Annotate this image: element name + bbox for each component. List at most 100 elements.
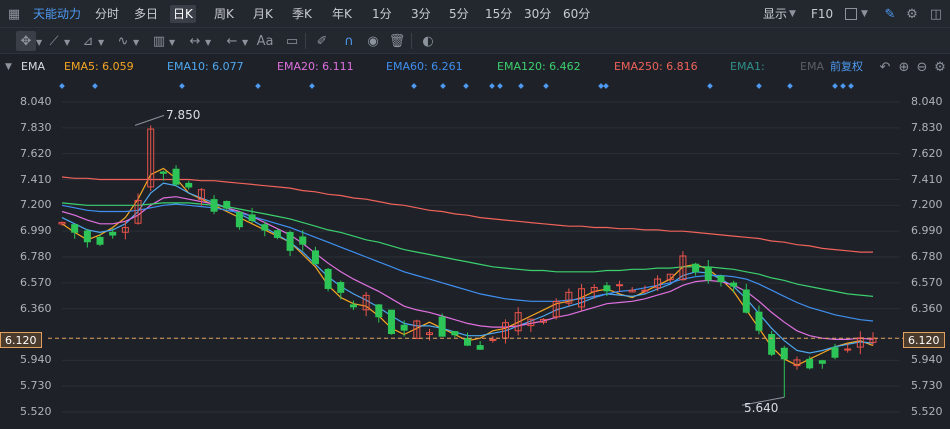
event-marker	[411, 83, 417, 89]
event-marker	[518, 83, 524, 89]
undo-icon[interactable]: ↶	[875, 57, 895, 77]
crosshair-icon[interactable]: ✥	[16, 31, 36, 51]
tab-monthly-k[interactable]: 月K	[250, 5, 276, 23]
y-tick-label-left: 7.830	[20, 120, 52, 134]
candle-body	[641, 289, 649, 292]
candle-body	[375, 304, 383, 318]
display-menu[interactable]: 显示	[760, 5, 790, 23]
arrow-dropdown-icon[interactable]: ▼	[242, 38, 248, 47]
display-dropdown-icon[interactable]: ▼	[789, 9, 796, 19]
grid-icon[interactable]: ▦	[4, 4, 24, 24]
current-price-tag-right: 6.120	[903, 332, 945, 348]
tab-daily-k[interactable]: 日K	[170, 5, 196, 23]
candle-body	[844, 348, 852, 351]
trash-icon[interactable]: 🗑	[387, 31, 407, 51]
ema-name[interactable]: EMA	[21, 60, 45, 74]
candle-body	[616, 284, 624, 287]
ema20-value: EMA20: 6.111	[277, 60, 354, 73]
ema250-value: EMA250: 6.816	[614, 60, 698, 73]
candle-body	[185, 182, 193, 188]
ema-line-ema250	[61, 176, 873, 253]
line-dropdown-icon-2[interactable]: ▼	[64, 38, 70, 47]
y-tick-label-right: 5.730	[911, 379, 943, 393]
high-annotation: 7.850	[166, 108, 201, 122]
wave-icon[interactable]: ∿	[113, 31, 133, 51]
magnet-icon[interactable]: ∩	[339, 31, 359, 51]
tab-15min[interactable]: 15分	[482, 5, 515, 23]
tab-yearly-k[interactable]: 年K	[329, 5, 355, 23]
candle-body	[311, 250, 319, 265]
candlestick-chart[interactable]	[0, 80, 950, 429]
candle-body	[273, 230, 281, 238]
event-marker	[603, 83, 609, 89]
candle-body	[780, 347, 788, 360]
candle-body	[831, 347, 839, 358]
pen-icon[interactable]: ✐	[312, 31, 332, 51]
ray-icon[interactable]: ⊿	[78, 31, 98, 51]
split-view-icon[interactable]: ◫	[926, 4, 946, 24]
candle-body	[451, 331, 459, 336]
event-marker	[707, 83, 713, 89]
f10-button[interactable]: F10	[808, 5, 836, 23]
tab-3min[interactable]: 3分	[408, 5, 434, 23]
candle-body	[806, 358, 814, 369]
stock-title[interactable]: 天能动力	[30, 5, 84, 23]
y-tick-label-left: 7.200	[20, 198, 52, 212]
candle-body	[96, 236, 104, 245]
tab-5min[interactable]: 5分	[446, 5, 472, 23]
ray-dropdown-icon[interactable]: ▼	[98, 38, 104, 47]
add-indicator-icon[interactable]: ⊕	[894, 57, 914, 77]
remove-indicator-icon[interactable]: ⊖	[912, 57, 932, 77]
toolbar-divider-2	[411, 33, 412, 49]
y-tick-label-right: 5.520	[911, 405, 943, 418]
event-marker	[497, 83, 503, 89]
ema60-value: EMA60: 6.261	[386, 60, 463, 73]
y-tick-label-left: 7.410	[20, 172, 52, 186]
candle-body	[387, 309, 395, 335]
line-dropdown-icon[interactable]: ▼	[36, 38, 42, 47]
tab-intraday[interactable]: 分时	[92, 5, 122, 23]
event-marker	[463, 83, 469, 89]
toggle-icon[interactable]: ◐	[418, 31, 438, 51]
tab-quarterly-k[interactable]: 季K	[289, 5, 315, 23]
layout-dropdown-icon[interactable]: ▼	[861, 9, 868, 19]
tab-multiday[interactable]: 多日	[131, 5, 161, 23]
comment-icon[interactable]: ▭	[282, 31, 302, 51]
wave-dropdown-icon[interactable]: ▼	[133, 38, 139, 47]
indicator-settings-icon[interactable]: ⚙	[930, 57, 950, 77]
y-tick-label-right: 7.410	[911, 172, 943, 186]
measure-dropdown-icon[interactable]: ▼	[169, 38, 175, 47]
y-tick-label-right: 5.940	[911, 353, 943, 367]
checkbox-icon[interactable]	[845, 8, 857, 20]
event-marker	[59, 83, 65, 89]
tab-weekly-k[interactable]: 周K	[211, 5, 237, 23]
ema-line-ema60	[61, 203, 874, 322]
current-price-tag-left: 6.120	[0, 332, 42, 348]
arrow-left-icon[interactable]: ←	[222, 31, 242, 51]
y-tick-label-left: 5.520	[20, 405, 52, 418]
event-marker	[309, 83, 315, 89]
event-marker	[92, 83, 98, 89]
ema-extra-value: EMA	[800, 60, 824, 73]
ema-collapse-icon[interactable]: ▼	[5, 62, 12, 72]
tab-1min[interactable]: 1分	[369, 5, 395, 23]
line-icon[interactable]: ⟋	[44, 31, 64, 51]
adjust-mode[interactable]: 前复权	[830, 60, 863, 74]
y-tick-label-right: 7.620	[911, 146, 943, 160]
candle-body	[818, 360, 826, 364]
range-icon[interactable]: ↔	[185, 31, 205, 51]
text-icon[interactable]: Aa	[255, 31, 275, 51]
event-marker	[489, 83, 495, 89]
tab-60min[interactable]: 60分	[560, 5, 593, 23]
candle-body	[248, 214, 256, 222]
settings-icon[interactable]: ⚙	[902, 4, 922, 24]
measure-icon[interactable]: ▥	[149, 31, 169, 51]
candle-body	[109, 231, 117, 236]
event-marker	[756, 83, 762, 89]
candle-body	[742, 289, 750, 313]
range-dropdown-icon[interactable]: ▼	[205, 38, 211, 47]
tab-30min[interactable]: 30分	[521, 5, 554, 23]
eye-icon[interactable]: ◉	[363, 31, 383, 51]
brush-icon[interactable]: ✎	[880, 4, 900, 24]
candle-body	[210, 199, 218, 212]
